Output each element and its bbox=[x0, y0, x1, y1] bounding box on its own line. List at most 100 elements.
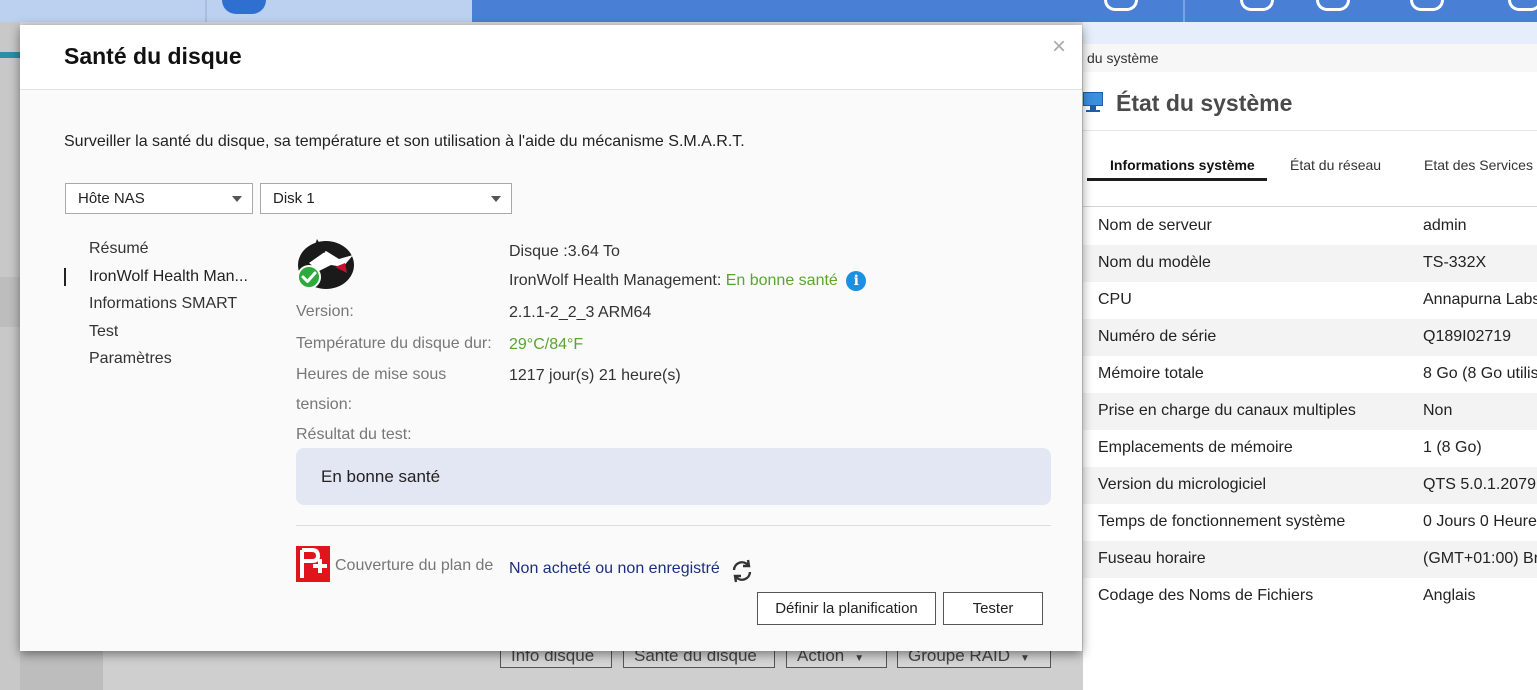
row-value: admin bbox=[1423, 217, 1467, 234]
row-key: Emplacements de mémoire bbox=[1098, 439, 1293, 456]
taskbar-divider bbox=[205, 0, 207, 22]
nav-item-test[interactable]: Test bbox=[64, 318, 264, 346]
row-value: Annapurna Labs bbox=[1423, 291, 1537, 308]
nav-item-settings[interactable]: Paramètres bbox=[64, 345, 264, 373]
more-icon[interactable] bbox=[1508, 0, 1537, 11]
info-icon[interactable]: i bbox=[846, 271, 867, 291]
row-value: Anglais bbox=[1423, 587, 1476, 604]
close-icon[interactable]: × bbox=[1052, 33, 1066, 61]
table-row: Fuseau horaire (GMT+01:00) Br bbox=[1083, 541, 1537, 578]
table-row: Mémoire totale 8 Go (8 Go utilis bbox=[1083, 356, 1537, 393]
row-key: Mémoire totale bbox=[1098, 365, 1204, 382]
coverage-link[interactable]: Non acheté ou non enregistré bbox=[509, 560, 720, 578]
power-on-hours-label-line1: Heures de mise sous bbox=[296, 366, 447, 383]
nav-item-label: Informations SMART bbox=[89, 295, 238, 312]
row-key: Version du micrologiciel bbox=[1098, 476, 1267, 493]
background-accent bbox=[0, 52, 20, 58]
test-result-value: En bonne santé bbox=[321, 467, 441, 486]
nav-item-summary[interactable]: Résumé bbox=[64, 235, 264, 263]
row-value: Non bbox=[1423, 402, 1453, 419]
row-key: Prise en charge du canaux multiples bbox=[1098, 402, 1356, 419]
table-row: Prise en charge du canaux multiples Non bbox=[1083, 393, 1537, 430]
background-toolbar-left bbox=[20, 650, 103, 690]
row-key: Codage des Noms de Fichiers bbox=[1098, 587, 1314, 604]
temperature-label: Température du disque dur: bbox=[296, 335, 492, 352]
ironwolf-status: En bonne santé bbox=[725, 272, 838, 290]
ironwolf-disk-icon bbox=[297, 239, 354, 289]
table-row: CPU Annapurna Labs bbox=[1083, 282, 1537, 319]
row-value: TS-332X bbox=[1423, 254, 1487, 271]
host-select-value: Hôte NAS bbox=[78, 190, 145, 207]
row-value: QTS 5.0.1.2079 bbox=[1423, 476, 1536, 493]
row-value: Q189I02719 bbox=[1423, 328, 1512, 345]
row-key: CPU bbox=[1098, 291, 1132, 308]
search-icon[interactable] bbox=[1104, 0, 1138, 11]
nav-item-label: Résumé bbox=[89, 240, 149, 257]
table-row: Numéro de série Q189I02719 bbox=[1083, 319, 1537, 356]
disk-health-dialog: Santé du disque × Surveiller la santé du… bbox=[20, 25, 1082, 651]
test-button[interactable]: Tester bbox=[943, 592, 1043, 625]
table-row: Nom de serveur admin bbox=[1083, 208, 1537, 245]
table-row: Codage des Noms de Fichiers Anglais bbox=[1083, 578, 1537, 615]
breadcrumb: du système bbox=[1087, 50, 1159, 66]
tab-network-status[interactable]: État du réseau bbox=[1290, 157, 1381, 173]
caret-down-icon: ▼ bbox=[1020, 653, 1030, 664]
table-row: Temps de fonctionnement système 0 Jours 0… bbox=[1083, 504, 1537, 541]
panel-title: État du système bbox=[1116, 90, 1293, 116]
disk-select-value: Disk 1 bbox=[273, 190, 315, 207]
row-value: 8 Go (8 Go utilis bbox=[1423, 365, 1537, 382]
table-row: Version du micrologiciel QTS 5.0.1.2079 bbox=[1083, 467, 1537, 504]
disk-select[interactable]: Disk 1 bbox=[260, 183, 512, 214]
caret-down-icon: ▼ bbox=[854, 653, 865, 664]
system-status-panel: du système État du système Informations … bbox=[1083, 22, 1537, 690]
power-on-hours-value: 1217 jour(s) 21 heure(s) bbox=[509, 367, 681, 384]
power-on-hours-label-line2: tension: bbox=[296, 396, 353, 413]
dashboard-icon[interactable] bbox=[1410, 0, 1444, 11]
table-row: Nom du modèle TS-332X bbox=[1083, 245, 1537, 282]
nav-item-smart-info[interactable]: Informations SMART bbox=[64, 290, 264, 318]
rescue-logo-icon bbox=[296, 546, 330, 582]
row-value: 0 Jours 0 Heure bbox=[1423, 513, 1537, 530]
test-result-label: Résultat du test: bbox=[296, 426, 412, 443]
nav-item-label: IronWolf Health Man... bbox=[89, 267, 248, 285]
row-key: Temps de fonctionnement système bbox=[1098, 513, 1346, 530]
dialog-description: Surveiller la santé du disque, sa tempér… bbox=[64, 133, 745, 150]
temperature-value: 29°C/84°F bbox=[509, 336, 584, 353]
ironwolf-label: IronWolf Health Management: bbox=[509, 272, 722, 290]
background-band bbox=[0, 277, 20, 327]
dialog-nav: Résumé IronWolf Health Man... Informatio… bbox=[64, 235, 264, 373]
nav-item-label: Paramètres bbox=[89, 350, 172, 367]
tab-services-status[interactable]: Etat des Services bbox=[1424, 157, 1533, 173]
row-key: Numéro de série bbox=[1098, 328, 1217, 345]
top-taskbar bbox=[0, 0, 1537, 22]
coverage-label: Couverture du plan de bbox=[335, 557, 494, 574]
nav-item-label: Test bbox=[89, 322, 119, 340]
version-label: Version: bbox=[296, 303, 354, 320]
row-value: 1 (8 Go) bbox=[1423, 439, 1482, 456]
notification-icon[interactable] bbox=[1240, 0, 1274, 11]
options-icon[interactable] bbox=[1316, 0, 1350, 11]
row-key: Fuseau horaire bbox=[1098, 550, 1206, 567]
system-info-table: Nom de serveur admin Nom du modèle TS-332X C… bbox=[1083, 208, 1537, 615]
dialog-title: Santé du disque bbox=[64, 43, 242, 69]
test-result-box: En bonne santé bbox=[296, 448, 1051, 505]
row-key: Nom de serveur bbox=[1098, 217, 1212, 234]
monitor-icon bbox=[1083, 92, 1103, 114]
version-value: 2.1.1-2_2_3 ARM64 bbox=[509, 304, 652, 321]
set-schedule-button[interactable]: Définir la planification bbox=[757, 592, 936, 625]
dialog-header: Santé du disque × bbox=[20, 25, 1082, 90]
background-sidebar bbox=[0, 22, 20, 690]
nav-item-ironwolf[interactable]: IronWolf Health Man... bbox=[64, 263, 264, 291]
chevron-down-icon bbox=[232, 196, 242, 202]
chevron-down-icon bbox=[491, 196, 501, 202]
refresh-icon[interactable] bbox=[728, 557, 756, 585]
tab-system-info[interactable]: Informations système bbox=[1110, 157, 1255, 173]
table-row: Emplacements de mémoire 1 (8 Go) bbox=[1083, 430, 1537, 467]
disk-size: Disque :3.64 To bbox=[509, 243, 620, 260]
row-key: Nom du modèle bbox=[1098, 254, 1211, 271]
row-value: (GMT+01:00) Br bbox=[1423, 550, 1537, 567]
host-select[interactable]: Hôte NAS bbox=[65, 183, 253, 214]
taskbar-divider bbox=[1183, 0, 1185, 22]
panel-topbar bbox=[1083, 22, 1537, 44]
tabs-divider bbox=[1083, 206, 1537, 207]
